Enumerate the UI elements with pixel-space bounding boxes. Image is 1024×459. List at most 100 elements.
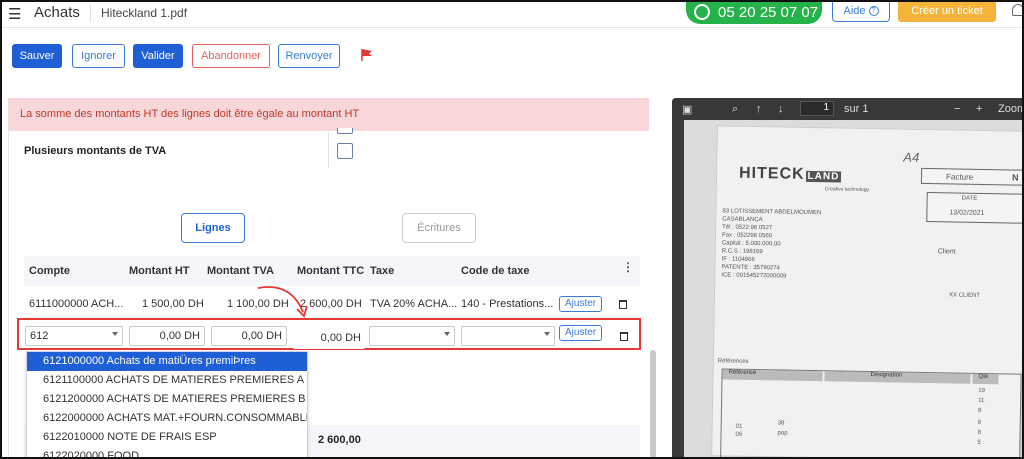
tva-input[interactable]: 0,00 DH xyxy=(211,326,287,346)
total-ttc: 2 600,00 xyxy=(318,434,361,446)
ref-value: pop xyxy=(777,430,788,437)
table-header: Compte Montant HT Montant TVA Montant TT… xyxy=(24,256,640,286)
dropdown-option[interactable]: 6122020000 FOOD xyxy=(27,447,307,458)
qty-value: 8 xyxy=(977,407,982,414)
column-header[interactable]: Compte xyxy=(29,265,70,277)
multiple-tva-checkbox[interactable] xyxy=(337,143,353,159)
title-divider xyxy=(90,4,91,22)
phone-number: 05 20 25 07 07 xyxy=(718,3,819,21)
ht-input[interactable]: 0,00 DH xyxy=(129,326,205,346)
arrow-down-icon[interactable]: ↓ xyxy=(778,103,784,115)
resend-button[interactable]: Renvoyer xyxy=(278,44,340,68)
chevron-down-icon xyxy=(112,332,118,336)
sidebar-toggle-icon[interactable]: ▣ xyxy=(682,103,692,116)
arrow-up-icon[interactable]: ↑ xyxy=(756,103,762,115)
handwritten-note: A4 xyxy=(903,149,920,165)
invoice-document: HITECK LAND Creative technology A4 Factur… xyxy=(711,125,1024,459)
address-line: IF : 1104966 xyxy=(721,256,755,264)
logo-subtitle: Creative technology xyxy=(824,186,870,193)
chevron-down-icon xyxy=(544,332,550,336)
date-box: DATE 13/02/2021 xyxy=(926,191,1024,224)
chevron-down-icon xyxy=(444,332,450,336)
kebab-menu-icon[interactable]: ⋮ xyxy=(622,260,634,274)
zoom-label[interactable]: Zoom xyxy=(998,103,1024,115)
account-input[interactable]: 612 xyxy=(25,326,123,346)
menu-icon[interactable]: ☰ xyxy=(8,5,21,23)
address-line: ICE : 001545272000009 xyxy=(721,272,787,280)
date-value: 13/02/2021 xyxy=(949,209,985,218)
address-line: 83 LOTISSEMENT ABDELMOUMEN xyxy=(722,208,822,217)
tax-cell: TVA 20% ACHA... xyxy=(370,298,458,310)
tax-code-select[interactable] xyxy=(461,326,555,346)
tab-lines[interactable]: Lignes xyxy=(181,213,245,243)
qty-value: 8 xyxy=(977,419,982,426)
question-icon: ? xyxy=(868,5,879,16)
logo-land: LAND xyxy=(805,170,842,183)
form-scrollbar[interactable] xyxy=(650,350,656,459)
column-header[interactable]: Montant TTC xyxy=(297,265,364,277)
adjust-button[interactable]: Ajuster xyxy=(559,296,603,312)
ttc-value: 0,00 DH xyxy=(293,329,365,349)
zoom-in-icon[interactable]: + xyxy=(976,103,982,115)
validate-button[interactable]: Valider xyxy=(133,44,183,68)
search-icon[interactable]: ⌕ xyxy=(732,103,738,116)
tab-entries[interactable]: Écritures xyxy=(402,213,476,243)
invoice-box: Facture N xyxy=(920,167,1024,186)
logo-main: HITECK xyxy=(738,164,805,183)
address-line: PATENTE : 35790274 xyxy=(721,264,780,272)
bell-icon[interactable] xyxy=(1012,4,1024,16)
zoom-out-icon[interactable]: − xyxy=(954,103,960,115)
ref-value: 38 xyxy=(777,420,785,427)
ref-value: 01 xyxy=(735,423,743,430)
table-row[interactable]: 6111000000 ACH... 1 500,00 DH 1 100,00 D… xyxy=(24,290,640,318)
company-logo: HITECK LAND xyxy=(739,165,842,185)
address-line: R.C.S : 198169 xyxy=(721,248,763,256)
dropdown-option[interactable]: 6122000000 ACHATS MAT.+FOURN.CONSOMMABLE… xyxy=(27,409,307,428)
help-button[interactable]: Aide ? xyxy=(832,0,890,22)
dropdown-option[interactable]: 6121200000 ACHATS DE MATIERES PREMIERES … xyxy=(27,390,307,409)
client-value: XX CLIENT xyxy=(948,292,981,299)
dropdown-option[interactable]: 6121000000 Achats de matiÜres premiÞres xyxy=(27,352,307,371)
address-line: Tél : 0522 98 0527 xyxy=(722,224,773,232)
address-line: Capital : 5.000.000,00 xyxy=(721,240,781,248)
page-number-input[interactable]: 1 xyxy=(800,101,834,116)
client-label: Client xyxy=(937,248,956,256)
account-input-value: 612 xyxy=(30,330,49,342)
annotation-arrow-icon xyxy=(257,286,308,318)
adjust-button[interactable]: Ajuster xyxy=(559,325,603,341)
qty-value: 11 xyxy=(978,397,985,405)
page-total-label: sur 1 xyxy=(844,103,869,115)
col-reference: Référence xyxy=(722,369,823,382)
dropdown-option[interactable]: 6121100000 ACHATS DE MATIERES PREMIERES … xyxy=(27,371,307,390)
column-header[interactable]: Montant TVA xyxy=(207,265,274,277)
column-header[interactable]: Montant HT xyxy=(129,265,189,277)
ignore-button[interactable]: Ignorer xyxy=(72,44,125,68)
invoice-label: Facture xyxy=(945,172,974,182)
column-header[interactable]: Taxe xyxy=(370,265,394,277)
top-bar: ☰ Achats Hiteckland 1.pdf 05 20 25 07 07… xyxy=(0,0,1024,28)
ht-cell: 1 500,00 DH xyxy=(142,298,204,310)
tax-select[interactable] xyxy=(369,326,455,346)
phone-support-button[interactable]: 05 20 25 07 07 xyxy=(686,0,822,24)
create-ticket-button[interactable]: Créer un ticket xyxy=(898,0,996,22)
qty-value: 19 xyxy=(978,387,986,395)
trash-icon[interactable] xyxy=(619,300,627,309)
date-label: DATE xyxy=(961,195,978,202)
previous-checkbox[interactable] xyxy=(337,128,353,134)
abandon-button[interactable]: Abandonner xyxy=(192,44,270,68)
validation-alert: La somme des montants HT des lignes doit… xyxy=(8,98,649,131)
col-designation: Désignation xyxy=(824,371,971,384)
tax-code-cell: 140 - Prestations... xyxy=(461,298,554,310)
flag-icon[interactable] xyxy=(360,48,374,62)
column-header[interactable]: Code de taxe xyxy=(461,265,529,277)
account-dropdown: 6121000000 Achats de matiÜres premiÞres … xyxy=(26,351,308,459)
col-qty: Qté xyxy=(972,373,999,385)
field-divider xyxy=(328,132,329,168)
address-line: CASABLANCA xyxy=(722,216,763,224)
save-button[interactable]: Sauver xyxy=(12,44,62,68)
trash-icon[interactable] xyxy=(620,332,628,341)
app-title: Achats xyxy=(34,4,80,21)
qty-value: 8 xyxy=(977,429,981,436)
dropdown-option[interactable]: 6122010000 NOTE DE FRAIS ESP xyxy=(27,428,307,447)
invoice-items-table: Référence Désignation Qté 01 06 38 pop 1… xyxy=(720,368,1022,459)
